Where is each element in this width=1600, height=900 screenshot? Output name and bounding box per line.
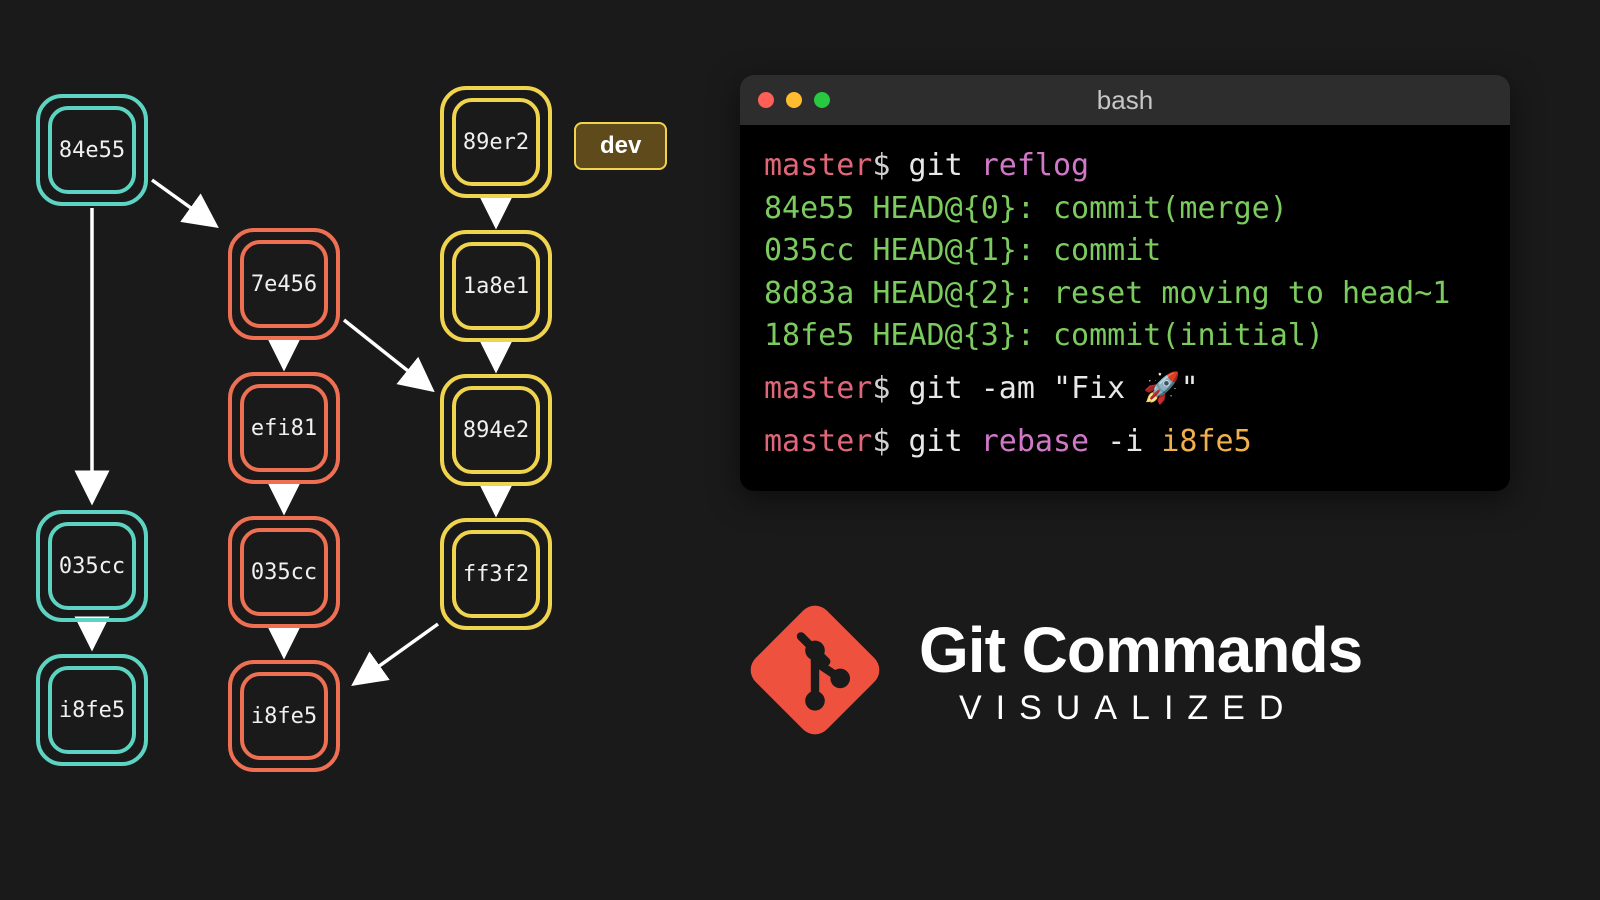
cmd: git [890, 424, 980, 459]
commit-node: 1a8e1 [440, 230, 552, 342]
commit-node: 89er2 [440, 86, 552, 198]
git-logo-icon [745, 600, 885, 740]
commit-hash: 035cc [48, 522, 136, 610]
commit-hash: 7e456 [240, 240, 328, 328]
commit-node: 84e55 [36, 94, 148, 206]
commit-hash: 1a8e1 [452, 242, 540, 330]
terminal-output: 035cc HEAD@{1}: commit [764, 230, 1486, 273]
prompt-dollar: $ [872, 424, 890, 459]
commit-hash: 84e55 [48, 106, 136, 194]
string-arg: "Fix 🚀" [1053, 371, 1199, 406]
terminal-output: 8d83a HEAD@{2}: reset moving to head~1 [764, 273, 1486, 316]
prompt: master [764, 148, 872, 183]
cmd: git [890, 148, 980, 183]
commit-node: i8fe5 [228, 660, 340, 772]
flag: -am [981, 371, 1053, 406]
commit-hash: ff3f2 [452, 530, 540, 618]
title-block: Git Commands VISUALIZED [745, 600, 1362, 740]
cmd: git [890, 371, 980, 406]
subcmd: reflog [981, 148, 1089, 183]
commit-node: efi81 [228, 372, 340, 484]
commit-hash: efi81 [240, 384, 328, 472]
terminal-body[interactable]: master$ git reflog 84e55 HEAD@{0}: commi… [740, 125, 1510, 491]
commit-hash: 035cc [240, 528, 328, 616]
commit-node: 7e456 [228, 228, 340, 340]
title-sub: VISUALIZED [959, 689, 1362, 728]
prompt-dollar: $ [872, 371, 890, 406]
commit-hash: 894e2 [452, 386, 540, 474]
commit-node: ff3f2 [440, 518, 552, 630]
terminal-output: 18fe5 HEAD@{3}: commit(initial) [764, 315, 1486, 358]
subcmd: rebase [981, 424, 1107, 459]
commit-node: i8fe5 [36, 654, 148, 766]
commit-hash: i8fe5 [240, 672, 328, 760]
commit-hash: i8fe5 [48, 666, 136, 754]
terminal-titlebar: bash [740, 75, 1510, 125]
terminal-output: 84e55 HEAD@{0}: commit(merge) [764, 188, 1486, 231]
commit-hash: 89er2 [452, 98, 540, 186]
commit-node: 894e2 [440, 374, 552, 486]
branch-label-dev: dev [574, 122, 667, 170]
hash-arg: i8fe5 [1161, 424, 1251, 459]
terminal-title: bash [740, 85, 1510, 116]
commit-node: 035cc [228, 516, 340, 628]
title-main: Git Commands [919, 613, 1362, 687]
commit-node: 035cc [36, 510, 148, 622]
prompt: master [764, 371, 872, 406]
flag: -i [1107, 424, 1161, 459]
terminal-window: bash master$ git reflog 84e55 HEAD@{0}: … [740, 75, 1510, 491]
prompt-dollar: $ [872, 148, 890, 183]
prompt: master [764, 424, 872, 459]
